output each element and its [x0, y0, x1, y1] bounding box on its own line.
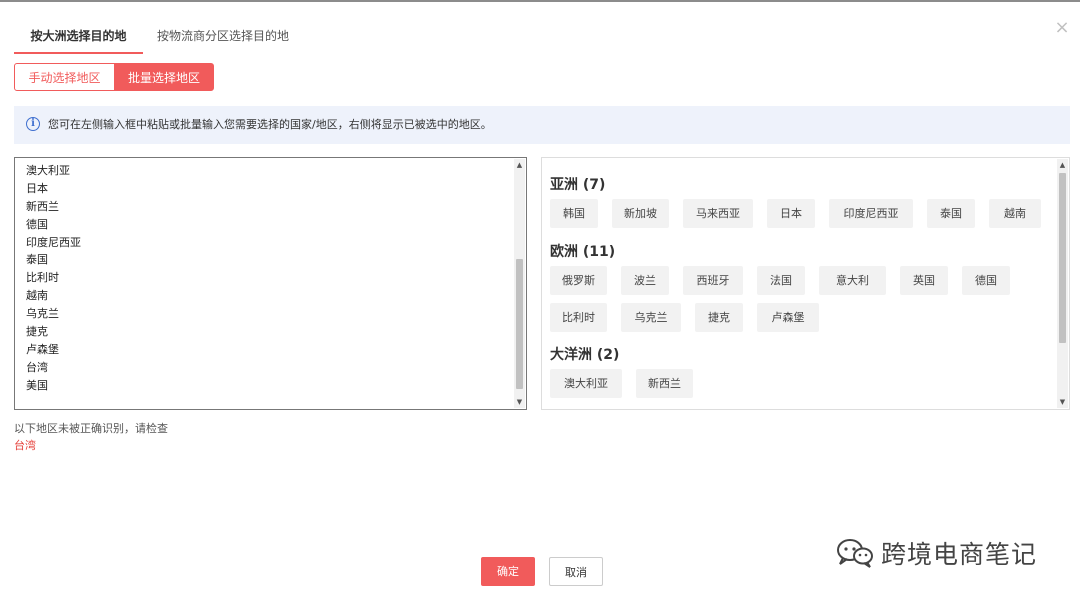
scrollbar-thumb[interactable] — [516, 259, 523, 389]
input-region-line: 捷克 — [26, 325, 48, 339]
selected-region-chip[interactable]: 捷克 — [695, 303, 743, 332]
input-region-line: 台湾 — [26, 360, 48, 374]
scroll-up-icon[interactable]: ▲ — [514, 159, 525, 171]
region-input-textarea[interactable]: 澳大利亚日本新西兰德国印度尼西亚泰国比利时越南乌克兰捷克卢森堡台湾美国 ▲ ▼ — [14, 157, 527, 410]
unrecognized-region: 台湾 — [14, 439, 36, 452]
scroll-down-icon[interactable]: ▼ — [1057, 396, 1068, 408]
group-title: 亚洲 (7) — [550, 177, 606, 193]
watermark: 跨境电商笔记 — [835, 535, 1037, 571]
tab-by-logistics-zone[interactable]: 按物流商分区选择目的地 — [157, 24, 289, 52]
input-region-line: 卢森堡 — [26, 342, 59, 356]
selected-region-chip[interactable]: 德国 — [962, 266, 1010, 295]
info-circle-icon: i — [26, 117, 40, 131]
scroll-down-icon[interactable]: ▼ — [514, 396, 525, 408]
top-divider — [0, 0, 1080, 2]
confirm-button[interactable]: 确定 — [481, 557, 535, 586]
input-region-list: 澳大利亚日本新西兰德国印度尼西亚泰国比利时越南乌克兰捷克卢森堡台湾美国 — [26, 162, 81, 395]
input-region-line: 日本 — [26, 181, 48, 195]
input-region-line: 印度尼西亚 — [26, 235, 81, 249]
selected-region-chip[interactable]: 英国 — [900, 266, 948, 295]
selected-region-chip[interactable]: 新加坡 — [612, 199, 669, 228]
scroll-up-icon[interactable]: ▲ — [1057, 159, 1068, 171]
input-scrollbar[interactable]: ▲ ▼ — [514, 159, 525, 408]
selected-region-chip[interactable]: 卢森堡 — [757, 303, 819, 332]
selected-region-chip[interactable]: 韩国 — [550, 199, 598, 228]
selected-region-chip[interactable]: 新西兰 — [636, 369, 693, 398]
input-region-line: 澳大利亚 — [26, 164, 70, 177]
batch-select-button[interactable]: 批量选择地区 — [114, 63, 214, 91]
selected-region-chip[interactable]: 马来西亚 — [683, 199, 753, 228]
selected-regions-panel: 亚洲 (7) 韩国 新加坡 马来西亚 日本 印度尼西亚 泰国 越南欧洲 (11) 俄罗斯 波兰 西班… — [541, 157, 1070, 410]
input-region-line: 泰国 — [26, 253, 48, 267]
selected-region-chip[interactable]: 越南 — [989, 199, 1041, 228]
selected-region-chip[interactable]: 意大利 — [819, 266, 886, 295]
wechat-icon — [837, 539, 873, 568]
selected-region-chip[interactable]: 俄罗斯 — [550, 266, 607, 295]
selected-region-chip[interactable]: 印度尼西亚 — [829, 199, 913, 228]
cancel-button[interactable]: 取消 — [549, 557, 603, 586]
info-text: 您可在左侧输入框中粘贴或批量输入您需要选择的国家/地区，右侧将显示已被选中的地区… — [48, 118, 492, 131]
selected-region-chip[interactable]: 法国 — [757, 266, 805, 295]
group-title: 欧洲 (11) — [550, 244, 616, 260]
group-title: 大洋洲 (2) — [550, 347, 620, 363]
unrecognized-message: 以下地区未被正确识别，请检查 — [14, 422, 168, 435]
close-icon[interactable]: × — [1052, 18, 1072, 38]
manual-select-button[interactable]: 手动选择地区 — [14, 63, 115, 91]
selected-region-chip[interactable]: 日本 — [767, 199, 815, 228]
input-region-line: 德国 — [26, 217, 48, 231]
selected-region-chip[interactable]: 泰国 — [927, 199, 975, 228]
selected-region-chip[interactable]: 波兰 — [621, 266, 669, 295]
input-region-line: 美国 — [26, 378, 48, 392]
selected-region-chip[interactable]: 西班牙 — [683, 266, 743, 295]
watermark-text: 跨境电商笔记 — [881, 540, 1038, 569]
selected-region-chip[interactable]: 乌克兰 — [621, 303, 681, 332]
input-region-line: 比利时 — [26, 271, 59, 285]
input-region-line: 越南 — [26, 289, 48, 303]
input-region-line: 新西兰 — [26, 199, 59, 213]
selected-region-chip[interactable]: 比利时 — [550, 303, 607, 332]
scrollbar-thumb[interactable] — [1059, 173, 1066, 343]
selected-region-chip[interactable]: 澳大利亚 — [550, 369, 622, 398]
selected-scrollbar[interactable]: ▲ ▼ — [1057, 159, 1068, 408]
info-banner: i 您可在左侧输入框中粘贴或批量输入您需要选择的国家/地区，右侧将显示已被选中的… — [14, 106, 1070, 144]
input-region-line: 乌克兰 — [26, 307, 59, 321]
tab-by-continent[interactable]: 按大洲选择目的地 — [14, 24, 143, 54]
